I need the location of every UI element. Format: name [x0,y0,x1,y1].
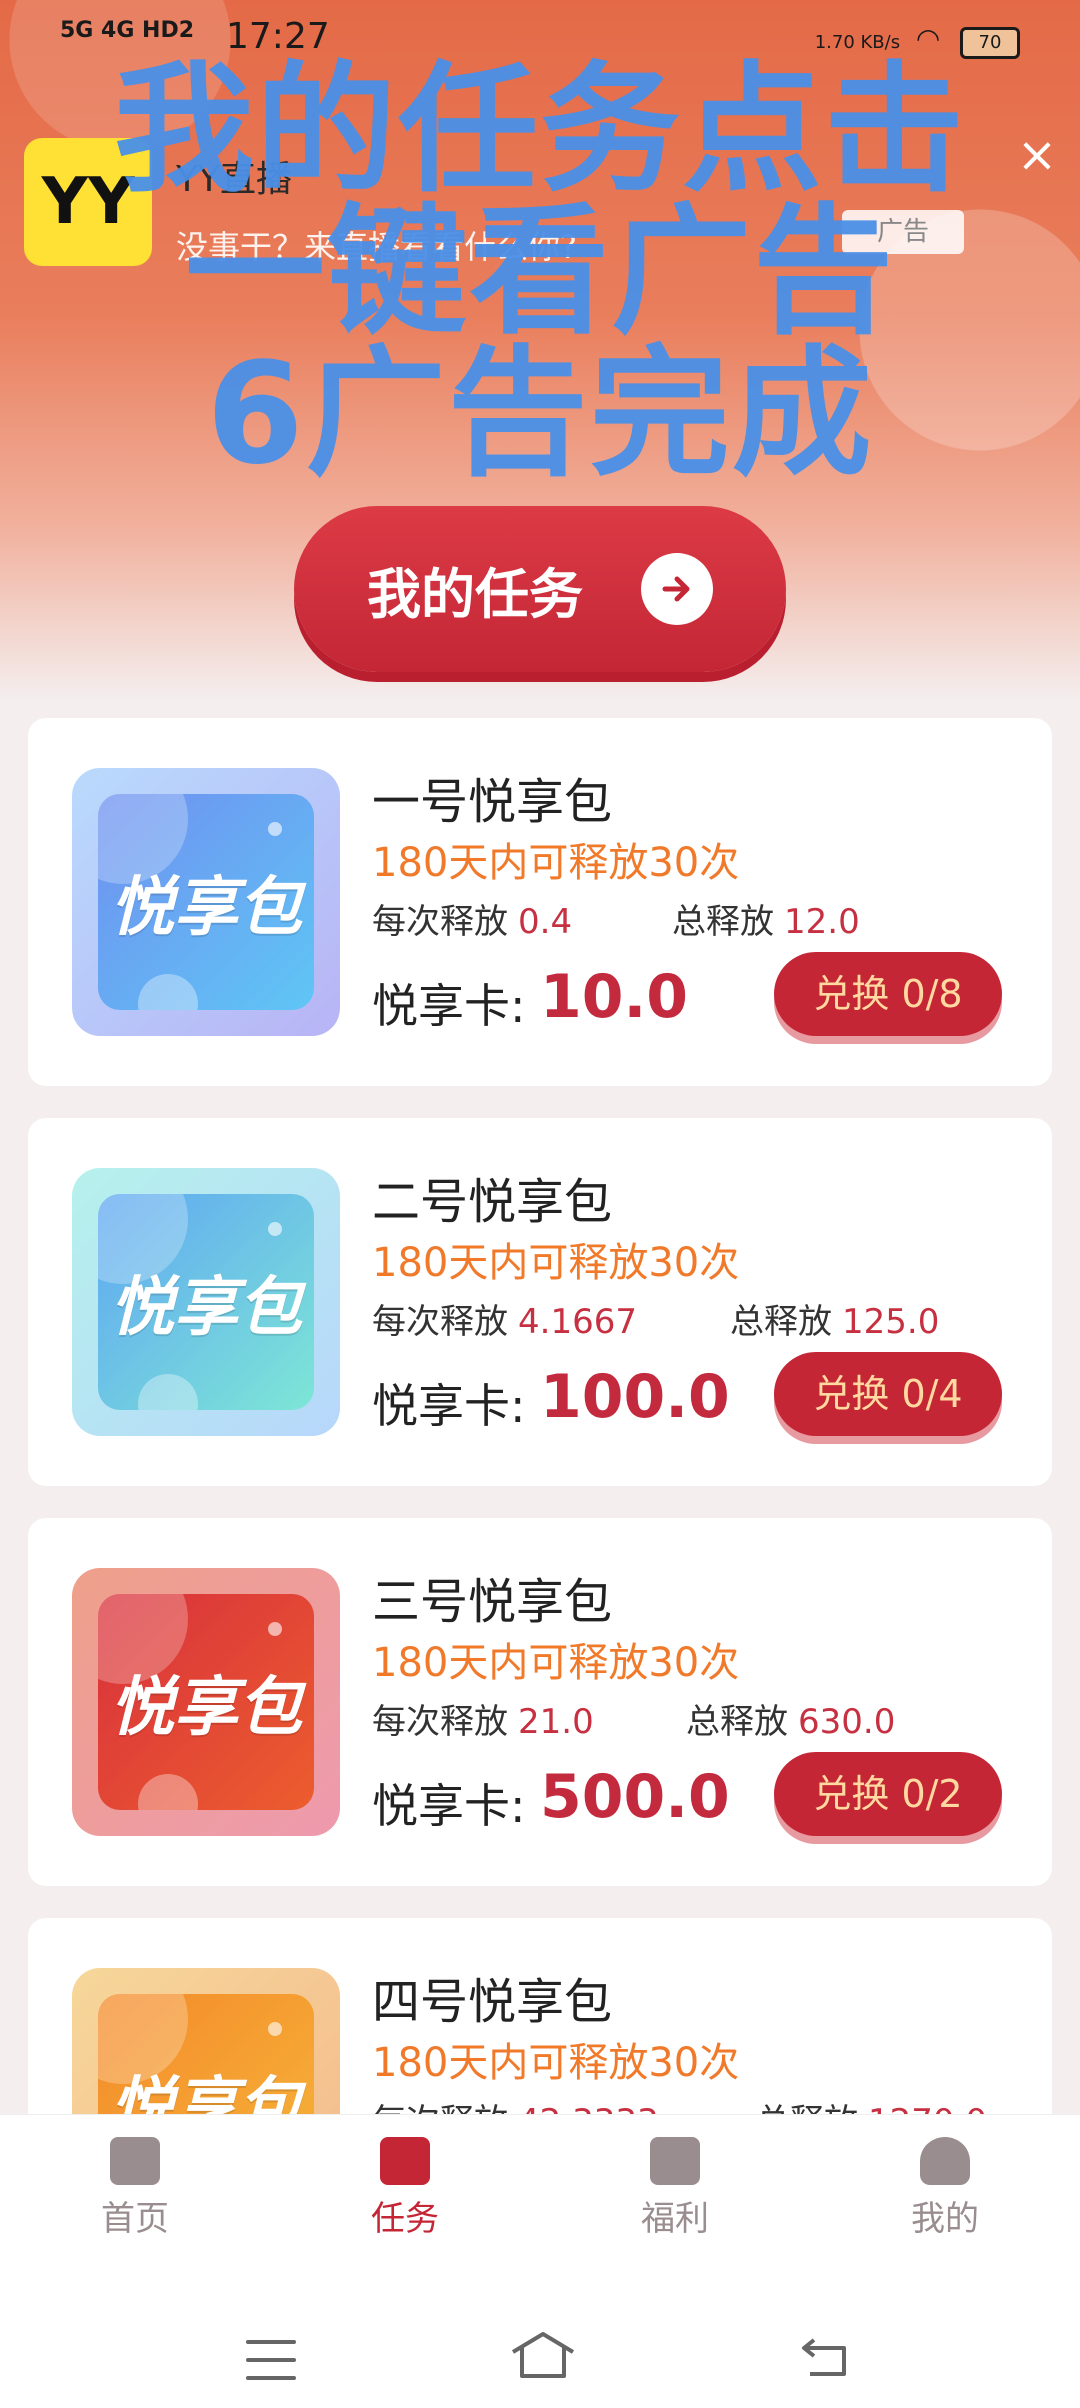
package-icon: 悦享包 [72,1568,340,1836]
calendar-icon [380,2137,430,2185]
package-card: 悦享包 二号悦享包 180天内可释放30次 每次释放 4.1667 总释放 125.… [28,1118,1052,1486]
per-release-label: 每次释放 [372,1702,508,1742]
total-release-value: 630.0 [798,1702,896,1742]
overlay-caption: 我的任务点击 一键看广告 6广告完成 [0,60,1080,486]
package-name: 二号悦享包 [372,1174,613,1230]
tab-mine[interactable]: 我的 [845,2127,1045,2240]
per-release-value: 0.4 [518,902,573,942]
total-release: 总释放 12.0 [672,894,860,943]
total-release-value: 12.0 [784,902,860,942]
total-release-label: 总释放 [686,1702,788,1742]
per-release-value: 21.0 [518,1702,594,1742]
per-release-label: 每次释放 [372,902,508,942]
total-release: 总释放 630.0 [686,1694,895,1743]
total-release-label: 总释放 [672,902,774,942]
package-icon: 悦享包 [72,768,340,1036]
user-icon [920,2137,970,2185]
package-card: 悦享包 一号悦享包 180天内可释放30次 每次释放 0.4 总释放 12.0 悦享… [28,718,1052,1086]
my-task-button[interactable]: 我的任务 [294,506,786,672]
bottom-tab-bar: 首页 任务 福利 我的 [0,2114,1080,2261]
arrow-right-icon [641,553,713,625]
card-label: 悦享卡: [372,1379,526,1433]
tab-label: 首页 [101,2199,169,2239]
exchange-button[interactable]: 兑换 0/8 [774,952,1002,1036]
tab-tasks[interactable]: 任务 [305,2127,505,2240]
home-icon[interactable] [508,2330,578,2380]
system-nav-bar [0,2260,1080,2408]
per-release-label: 每次释放 [372,1302,508,1342]
exchange-button[interactable]: 兑换 0/2 [774,1752,1002,1836]
my-task-label: 我的任务 [367,562,583,626]
package-period: 180天内可释放30次 [372,1240,740,1286]
package-icon: 悦享包 [72,1168,340,1436]
package-name: 四号悦享包 [372,1974,613,2030]
package-period: 180天内可释放30次 [372,2040,740,2086]
card-label: 悦享卡: [372,979,526,1033]
total-release-value: 125.0 [842,1302,940,1342]
battery-icon: 70 [960,27,1020,59]
tab-welfare[interactable]: 福利 [575,2127,775,2240]
per-release: 每次释放 4.1667 [372,1294,637,1343]
card-value: 10.0 [540,962,689,1032]
tab-label: 我的 [911,2199,979,2239]
overlay-line: 我的任务点击 [113,49,966,212]
package-name: 一号悦享包 [372,774,613,830]
back-icon[interactable] [800,2334,850,2378]
package-period: 180天内可释放30次 [372,1640,740,1686]
package-name: 三号悦享包 [372,1574,613,1630]
per-release-value: 4.1667 [518,1302,637,1342]
exchange-button[interactable]: 兑换 0/4 [774,1352,1002,1436]
total-release: 总释放 125.0 [730,1294,939,1343]
card-label: 悦享卡: [372,1779,526,1833]
overlay-line: 一键看广告 [184,191,895,354]
card-value: 500.0 [540,1762,730,1832]
total-release-label: 总释放 [730,1302,832,1342]
package-period: 180天内可释放30次 [372,840,740,886]
per-release: 每次释放 21.0 [372,1694,594,1743]
gift-icon [650,2137,700,2185]
tab-label: 任务 [371,2199,439,2239]
tab-label: 福利 [641,2199,709,2239]
tab-home[interactable]: 首页 [35,2127,235,2240]
per-release: 每次释放 0.4 [372,894,572,943]
menu-icon[interactable] [246,2340,296,2380]
package-card: 悦享包 三号悦享包 180天内可释放30次 每次释放 21.0 总释放 630.0 … [28,1518,1052,1886]
clapperboard-icon [110,2137,160,2185]
card-value: 100.0 [540,1362,730,1432]
network-indicator: 5G 4G HD2 [60,18,195,43]
overlay-line: 6广告完成 [206,333,874,496]
